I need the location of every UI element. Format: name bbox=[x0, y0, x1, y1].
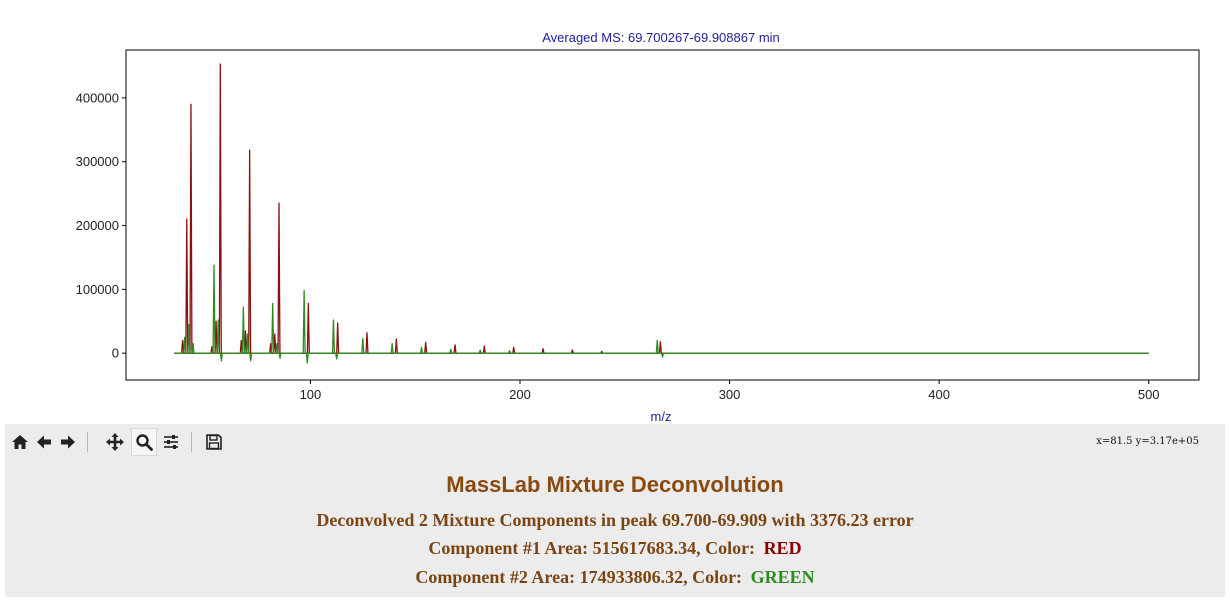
magnifier-icon bbox=[136, 434, 153, 451]
toolbar-separator bbox=[87, 432, 88, 452]
sliders-icon bbox=[164, 435, 178, 449]
app-title: MassLab Mixture Deconvolution bbox=[446, 472, 784, 497]
arrow-right-icon bbox=[61, 435, 75, 449]
toolbar-separator bbox=[191, 432, 192, 452]
x-tick-label: 300 bbox=[719, 387, 741, 402]
component-2-info: Component #2 Area: 174933806.32, Color: bbox=[415, 567, 743, 587]
spectrum-chart[interactable]: Averaged MS: 69.700267-69.908867 min 100… bbox=[5, 18, 1225, 424]
cursor-coordinates: x=81.5 y=3.17e+05 bbox=[1096, 436, 1199, 447]
component-1-line: Component #1 Area: 515617683.34, Color: … bbox=[5, 538, 1225, 559]
save-figure-button[interactable] bbox=[202, 429, 226, 455]
series-line-1 bbox=[174, 63, 1149, 354]
x-tick-label: 400 bbox=[928, 387, 950, 402]
app-window: Averaged MS: 69.700267-69.908867 min 100… bbox=[0, 0, 1230, 602]
component-2-color: GREEN bbox=[750, 567, 815, 587]
x-axis-label: m/z bbox=[651, 409, 672, 424]
y-tick-label: 300000 bbox=[76, 154, 119, 169]
back-button[interactable] bbox=[32, 429, 56, 455]
floppy-disk-icon bbox=[206, 434, 222, 450]
chart-title: Averaged MS: 69.700267-69.908867 min bbox=[542, 30, 780, 45]
y-tick-label: 100000 bbox=[76, 282, 119, 297]
configure-subplots-button[interactable] bbox=[159, 429, 183, 455]
component-1-info: Component #1 Area: 515617683.34, Color: bbox=[428, 538, 756, 558]
deconvolution-summary: Deconvolved 2 Mixture Components in peak… bbox=[316, 510, 914, 530]
component-1-color: RED bbox=[763, 538, 802, 558]
y-tick-label: 400000 bbox=[76, 90, 119, 105]
navigation-toolbar: x=81.5 y=3.17e+05 bbox=[5, 424, 1225, 460]
x-tick-label: 500 bbox=[1138, 387, 1160, 402]
pan-button[interactable] bbox=[103, 429, 127, 455]
zoom-button[interactable] bbox=[131, 428, 157, 456]
move-icon bbox=[106, 433, 124, 451]
arrow-left-icon bbox=[37, 435, 51, 449]
y-tick-label: 0 bbox=[112, 346, 119, 361]
axes-frame bbox=[125, 49, 1200, 381]
forward-button[interactable] bbox=[56, 429, 80, 455]
x-tick-label: 100 bbox=[300, 387, 322, 402]
x-tick-label: 200 bbox=[509, 387, 531, 402]
deconvolution-summary-panel: MassLab Mixture Deconvolution Deconvolve… bbox=[5, 460, 1225, 597]
home-button[interactable] bbox=[8, 429, 32, 455]
plot-area[interactable]: Averaged MS: 69.700267-69.908867 min 100… bbox=[5, 18, 1225, 424]
y-tick-label: 200000 bbox=[76, 218, 119, 233]
component-2-line: Component #2 Area: 174933806.32, Color: … bbox=[5, 567, 1225, 588]
home-icon bbox=[12, 435, 28, 449]
